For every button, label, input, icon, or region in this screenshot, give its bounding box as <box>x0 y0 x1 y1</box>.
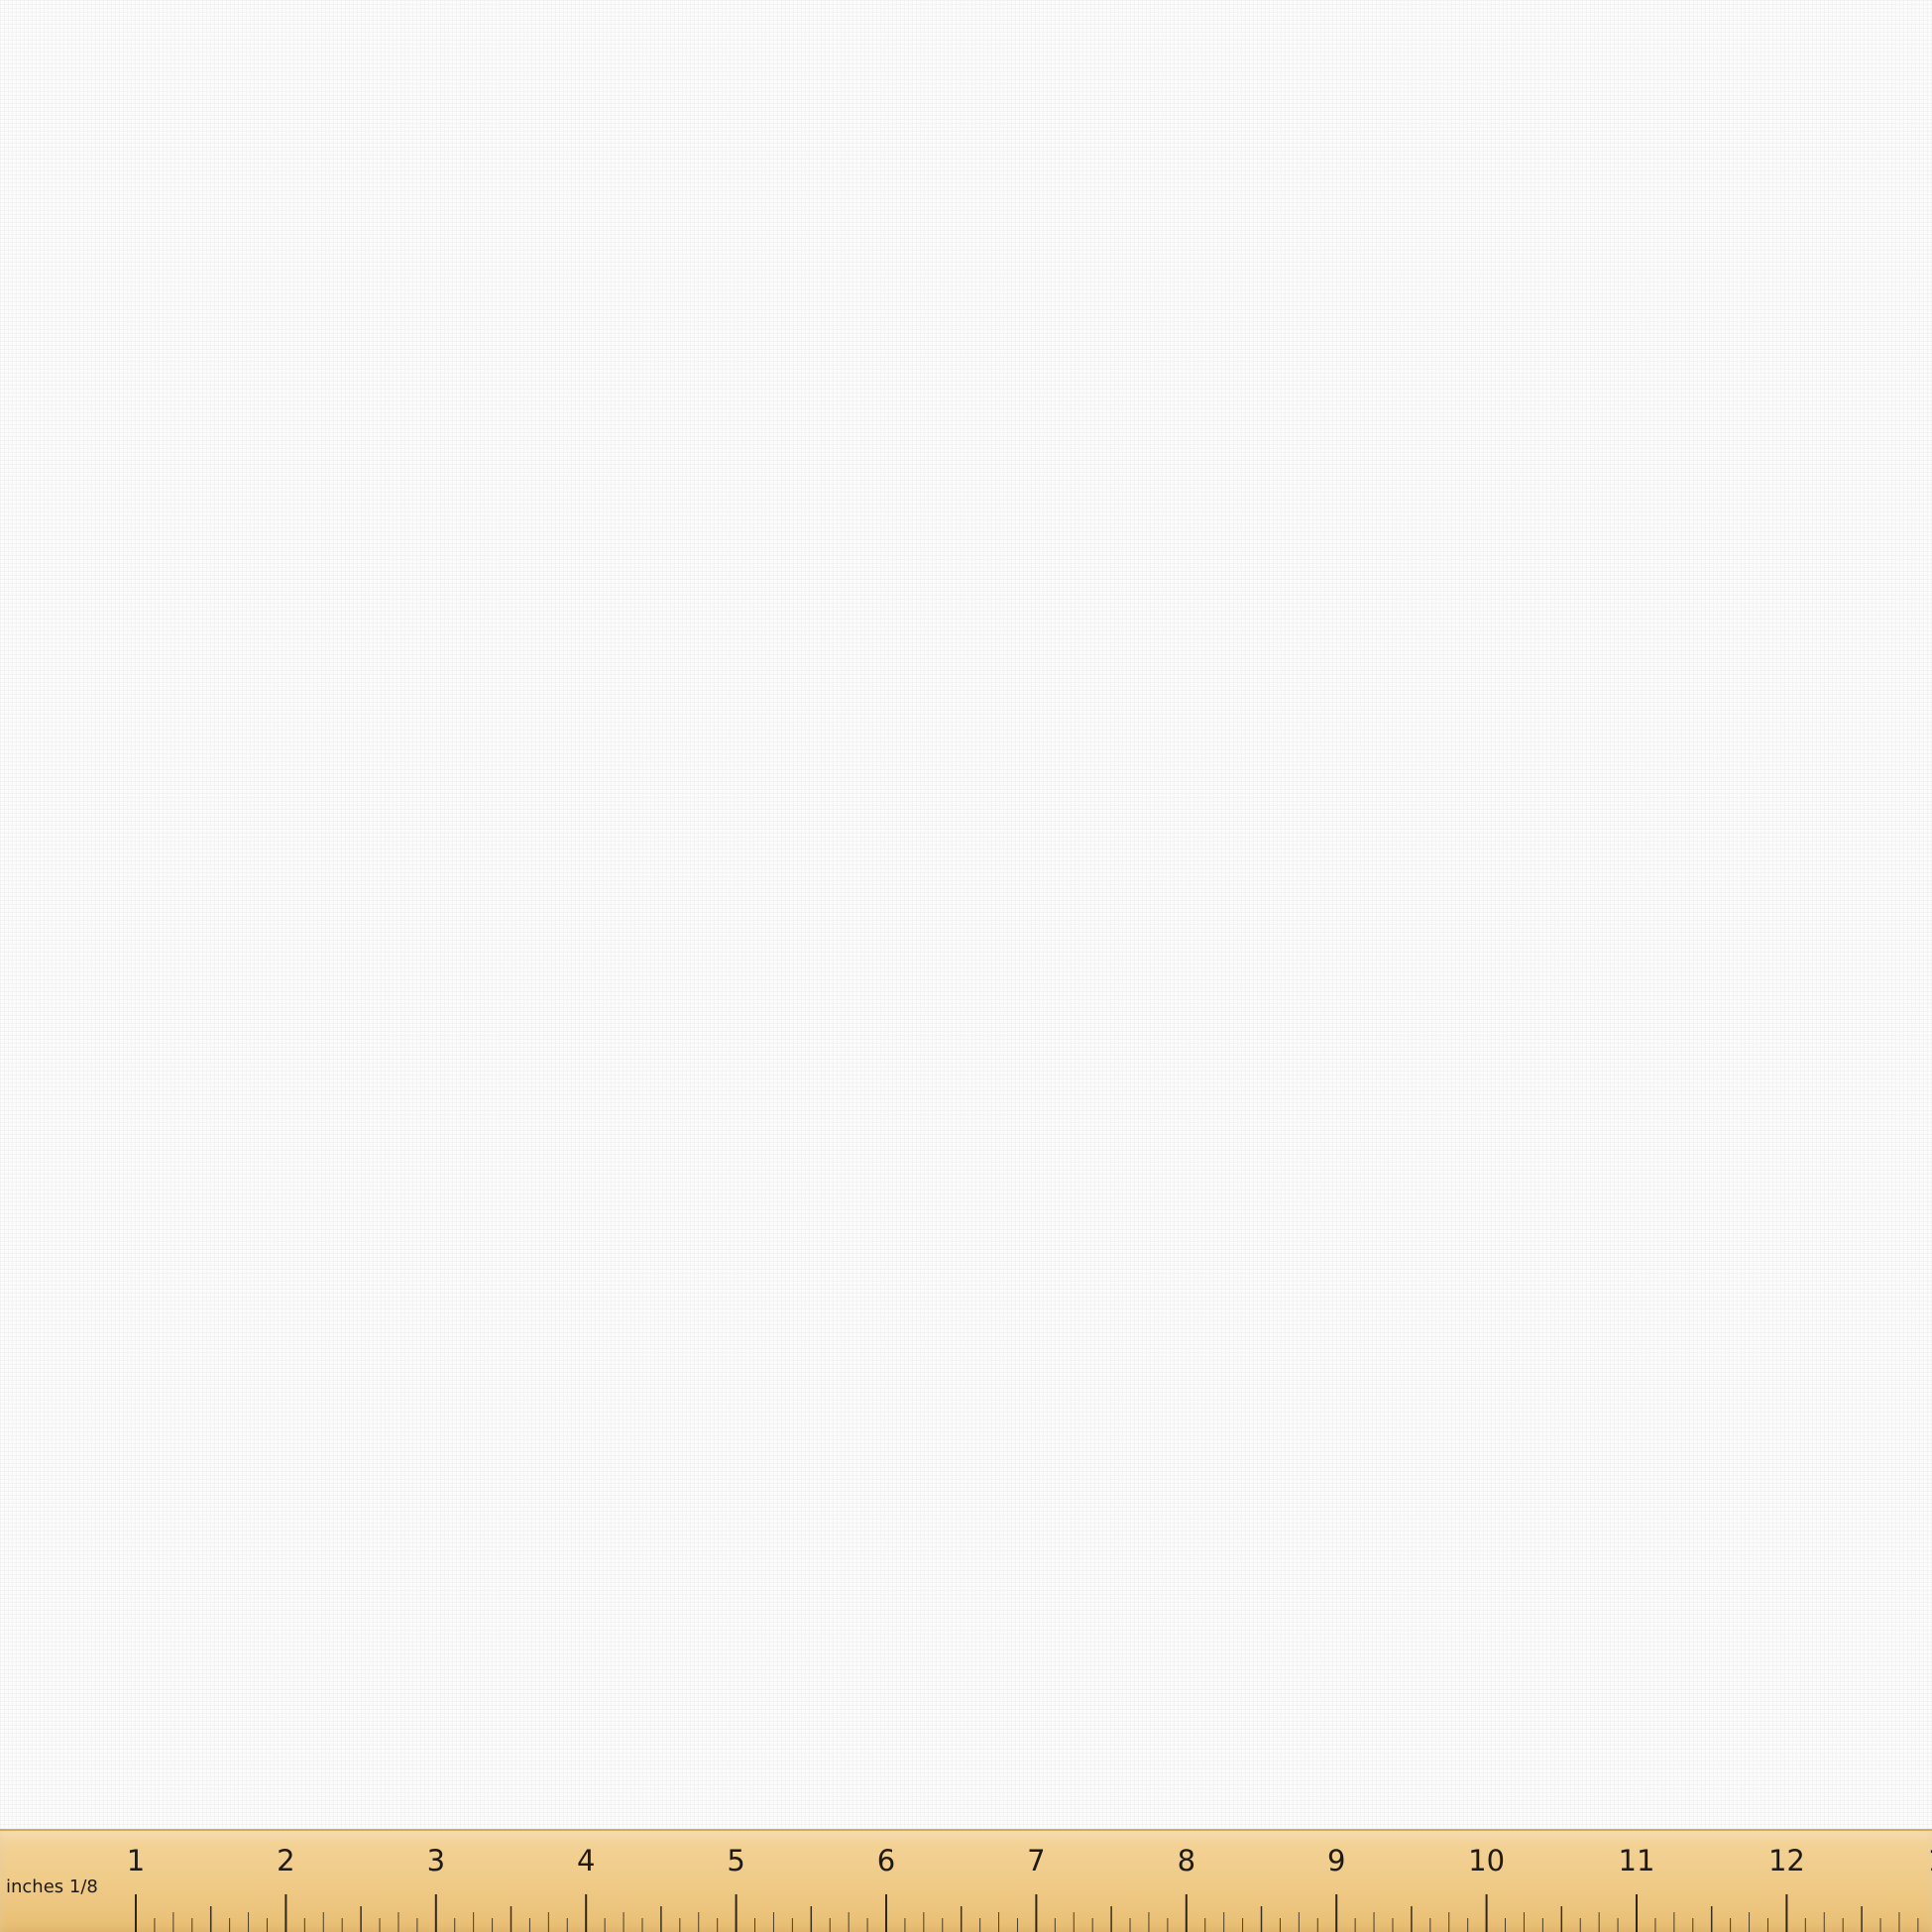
ruler-number: 10 <box>1468 1844 1506 1877</box>
ruler-number: 5 <box>727 1844 745 1877</box>
measuring-ruler: inches 1/8 1234567891011121 <box>0 1829 1932 1932</box>
ruler-number: 2 <box>277 1844 295 1877</box>
ruler-unit-label: inches 1/8 <box>6 1876 98 1897</box>
fabric-swatch: inches 1/8 1234567891011121 <box>0 0 1932 1932</box>
ruler-number: 3 <box>426 1844 446 1877</box>
ruler-number: 12 <box>1767 1844 1805 1877</box>
ruler-number: 4 <box>576 1844 596 1877</box>
ruler-number: 1 <box>1928 1847 1932 1875</box>
ruler-number: 11 <box>1618 1844 1655 1877</box>
ruler-number: 7 <box>1027 1844 1046 1877</box>
ruler-number: 9 <box>1326 1844 1346 1877</box>
wave-pattern <box>0 0 1932 1932</box>
ruler-number: 6 <box>876 1844 896 1877</box>
ruler-number: 1 <box>126 1844 146 1877</box>
ruler-number: 8 <box>1177 1844 1196 1877</box>
